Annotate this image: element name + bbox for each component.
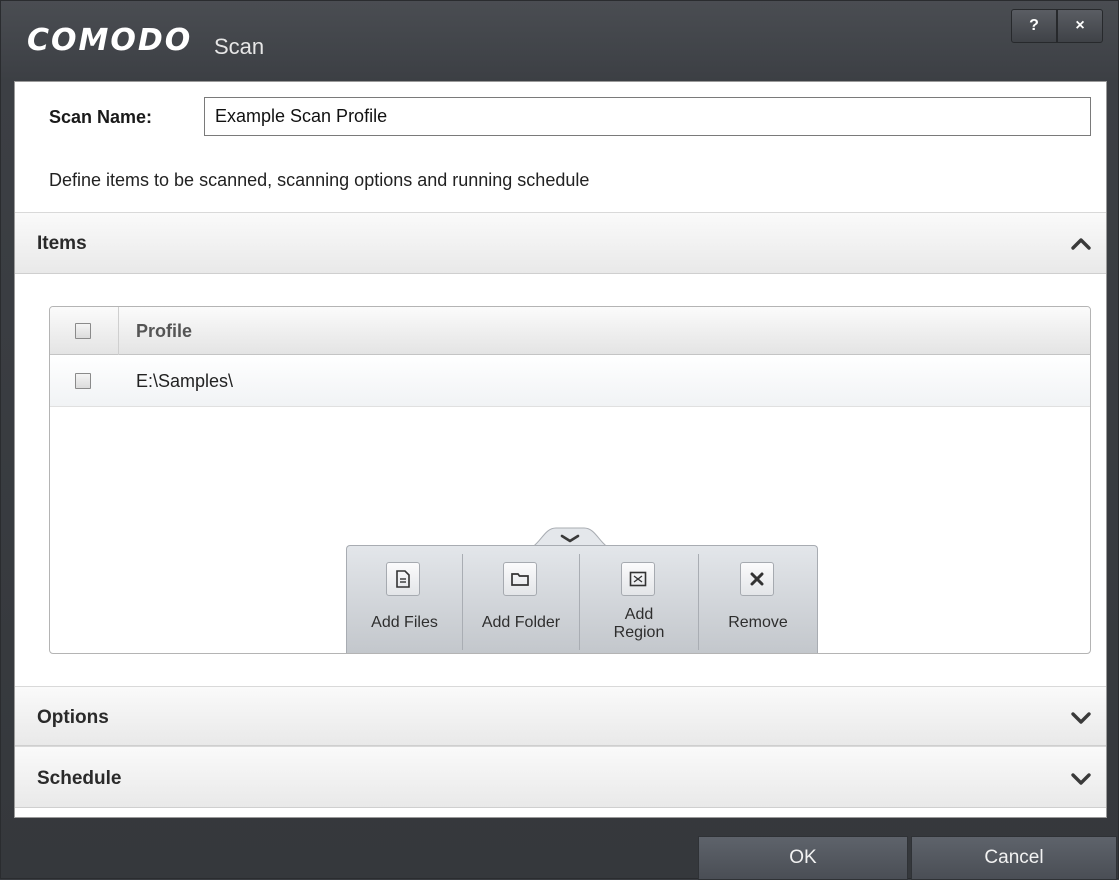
- window-title: Scan: [214, 34, 265, 59]
- chevron-up-icon: [1070, 233, 1092, 255]
- remove-label: Remove: [728, 614, 788, 631]
- row-checkbox[interactable]: [75, 373, 91, 389]
- add-region-button[interactable]: Add Region: [580, 546, 698, 654]
- file-icon: [386, 562, 420, 596]
- scan-dialog-window: COMODO Scan ? × Scan Name: Define items …: [0, 0, 1119, 880]
- remove-x-icon: [740, 562, 774, 596]
- ok-button[interactable]: OK: [698, 836, 908, 880]
- section-title-schedule: Schedule: [37, 768, 122, 789]
- column-header-profile: Profile: [136, 321, 193, 341]
- folder-icon: [503, 562, 537, 596]
- select-all-checkbox[interactable]: [75, 323, 91, 339]
- table-header: Profile: [50, 307, 1090, 355]
- chevron-down-icon: [1070, 768, 1092, 790]
- items-toolbar: Add Files Add Folder Add Region Remove: [346, 545, 818, 653]
- chevron-down-icon: [1070, 707, 1092, 729]
- header-divider: [118, 307, 119, 355]
- add-folder-button[interactable]: Add Folder: [463, 546, 579, 654]
- section-header-items[interactable]: Items: [15, 212, 1106, 274]
- row-path: E:\Samples\: [136, 371, 234, 391]
- title-bar[interactable]: COMODO Scan ? ×: [1, 1, 1118, 81]
- add-region-label-line1: Add: [624, 606, 654, 623]
- table-row[interactable]: E:\Samples\: [50, 355, 1090, 407]
- cancel-button[interactable]: Cancel: [911, 836, 1117, 880]
- scan-name-input[interactable]: [204, 97, 1091, 136]
- close-button[interactable]: ×: [1057, 9, 1103, 43]
- section-title-items: Items: [37, 233, 87, 254]
- section-header-schedule[interactable]: Schedule: [15, 746, 1106, 808]
- add-files-button[interactable]: Add Files: [347, 546, 462, 654]
- scan-settings-panel: Scan Name: Define items to be scanned, s…: [14, 81, 1107, 818]
- help-button[interactable]: ?: [1011, 9, 1057, 43]
- region-icon: [621, 562, 655, 596]
- add-folder-label: Add Folder: [481, 614, 561, 631]
- description-text: Define items to be scanned, scanning opt…: [49, 170, 590, 190]
- section-title-options: Options: [37, 707, 109, 728]
- remove-button[interactable]: Remove: [699, 546, 817, 654]
- scan-name-label: Scan Name:: [49, 107, 153, 127]
- section-header-options[interactable]: Options: [15, 686, 1106, 746]
- brand-logo: COMODO: [27, 23, 193, 58]
- add-region-label-line2: Region: [613, 624, 665, 641]
- add-files-label: Add Files: [371, 614, 438, 631]
